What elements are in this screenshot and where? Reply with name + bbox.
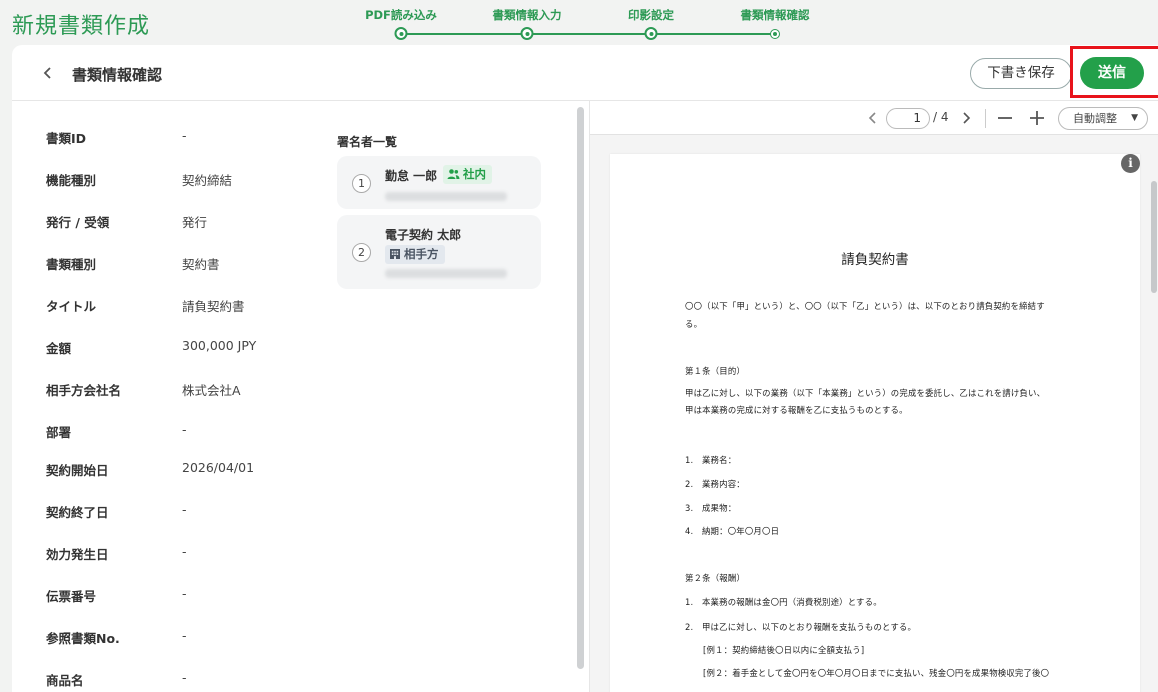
document-line: 1. 業務名： [685, 455, 737, 465]
field-label: 金額 [46, 341, 72, 356]
field-label: 機能種別 [46, 173, 97, 188]
pdf-toolbar: 1 / 4 自動調整 ▼ [590, 101, 1158, 135]
step-label-pdf: PDF読み込み [365, 8, 437, 22]
field-value: 300,000 JPY [182, 338, 257, 353]
signer-name: 勤怠 一郎 [385, 169, 438, 183]
step-dot-confirm [770, 29, 780, 39]
next-page-icon[interactable] [960, 108, 972, 133]
field-value: - [182, 670, 187, 685]
signer-badge-label: 社内 [463, 167, 486, 181]
document-line: 3. 成果物： [685, 503, 737, 513]
info-icon[interactable]: i [1121, 154, 1140, 173]
field-value: 株式会社A [182, 383, 241, 398]
page-total: / 4 [933, 110, 949, 124]
field-value: - [182, 128, 187, 143]
signer-email-redacted [385, 192, 507, 201]
field-label: 相手方会社名 [46, 383, 122, 398]
signer-card: 1 勤怠 一郎 社内 [337, 156, 541, 209]
document-line: 甲は乙に対し、以下の業務（以下「本業務」という）の完成を委託し、乙はこれを請け負… [685, 388, 1046, 398]
toolbar-separator [985, 109, 986, 128]
app-title: 新規書類作成 [12, 14, 151, 39]
signer-badge-partner: 相手方 [385, 245, 445, 264]
document-line: 1. 本業務の報酬は金〇円（消費税別途）とする。 [685, 597, 882, 607]
pdf-viewer-scrollbar[interactable] [1151, 181, 1157, 293]
field-value: 契約締結 [182, 173, 233, 188]
step-dot-seal[interactable] [644, 27, 658, 40]
field-value: - [182, 502, 187, 517]
zoom-select[interactable]: 自動調整 ▼ [1058, 107, 1148, 130]
field-label: 契約終了日 [46, 505, 109, 520]
document-line: [例２：着手金として金〇円を〇年〇月〇日までに支払い、残金〇円を成果物検収完了後… [703, 668, 1050, 678]
document-line: [例１：契約締結後〇日以内に全額支払う] [703, 645, 865, 655]
document-line: 4. 納期：〇年〇月〇日 [685, 526, 780, 536]
zoom-in-icon[interactable] [1028, 108, 1046, 133]
caret-down-icon: ▼ [1131, 113, 1138, 123]
field-value: - [182, 422, 187, 437]
info-panel-scrollbar[interactable] [577, 107, 584, 669]
step-label-seal: 印影設定 [628, 8, 674, 22]
signer-badge-internal: 社内 [443, 165, 492, 184]
document-line: 第２条（報酬） [685, 573, 746, 583]
step-label-confirm: 書類情報確認 [740, 8, 810, 22]
prev-page-icon[interactable] [867, 108, 879, 133]
send-button[interactable]: 送信 [1080, 57, 1144, 89]
field-label: 効力発生日 [46, 547, 109, 562]
field-label: 書類種別 [46, 257, 97, 272]
signer-card: 2 電子契約 太郎 相手方 [337, 215, 541, 289]
field-value: 2026/04/01 [182, 460, 255, 475]
field-label: 契約開始日 [46, 463, 109, 478]
field-label: 商品名 [46, 673, 84, 688]
document-title: 請負契約書 [841, 252, 909, 268]
card-header: 書類情報確認 下書き保存 送信 [12, 45, 1158, 101]
field-label: 部署 [46, 425, 72, 440]
field-label: タイトル [46, 299, 97, 314]
stepper-line [401, 33, 775, 35]
signer-number: 2 [352, 243, 371, 262]
save-draft-button[interactable]: 下書き保存 [970, 58, 1072, 89]
field-value: - [182, 628, 187, 643]
field-label: 書類ID [46, 131, 87, 146]
field-label: 伝票番号 [46, 589, 97, 604]
signer-email-redacted [385, 269, 507, 278]
field-label: 発行 / 受領 [46, 215, 110, 230]
signer-number: 1 [352, 174, 371, 193]
building-icon [390, 249, 400, 259]
field-value: 発行 [182, 215, 208, 230]
step-dot-info-input[interactable] [520, 27, 534, 40]
document-line: 2. 業務内容： [685, 479, 745, 489]
pdf-page: 請負契約書 〇〇（以下「甲」という）と、〇〇（以下「乙」という）は、以下のとおり… [610, 154, 1140, 692]
field-value: 契約書 [182, 257, 220, 272]
document-line: 2. 甲は乙に対し、以下のとおり報酬を支払うものとする。 [685, 622, 917, 632]
page-title: 書類情報確認 [72, 66, 163, 84]
step-label-info-input: 書類情報入力 [492, 8, 562, 22]
step-dot-pdf[interactable] [394, 27, 408, 40]
field-value: - [182, 544, 187, 559]
main-card: 書類情報確認 下書き保存 送信 署名者一覧 1 勤怠 一郎 社内 2 電子契約 … [12, 45, 1158, 692]
back-button[interactable] [38, 63, 58, 83]
document-line: 第１条（目的） [685, 366, 746, 376]
field-value: - [182, 586, 187, 601]
zoom-select-label: 自動調整 [1073, 112, 1117, 125]
signer-badge-label: 相手方 [404, 247, 439, 261]
pdf-viewer: 1 / 4 自動調整 ▼ 請負契約書 〇〇（以下「甲」という）と、〇〇（以下「乙… [589, 101, 1158, 692]
signer-name: 電子契約 太郎 [385, 228, 462, 242]
document-info-panel: 署名者一覧 1 勤怠 一郎 社内 2 電子契約 太郎 相手方 書類ID - 機能種別… [12, 101, 588, 692]
chevron-left-icon [43, 67, 51, 79]
progress-stepper: PDF読み込み 書類情報入力 印影設定 書類情報確認 [365, 6, 830, 42]
document-line: 甲は本業務の完成に対する報酬を乙に支払うものとする。 [685, 405, 908, 415]
page-number-input[interactable]: 1 [886, 108, 930, 129]
document-line: 〇〇（以下「甲」という）と、〇〇（以下「乙」という）は、以下のとおり請負契約を締… [685, 301, 1045, 311]
field-label: 参照書類No. [46, 631, 120, 646]
document-line: る。 [685, 319, 703, 329]
zoom-out-icon[interactable] [996, 108, 1014, 133]
people-icon [447, 169, 460, 179]
signers-title: 署名者一覧 [337, 135, 398, 149]
field-value: 請負契約書 [182, 299, 245, 314]
